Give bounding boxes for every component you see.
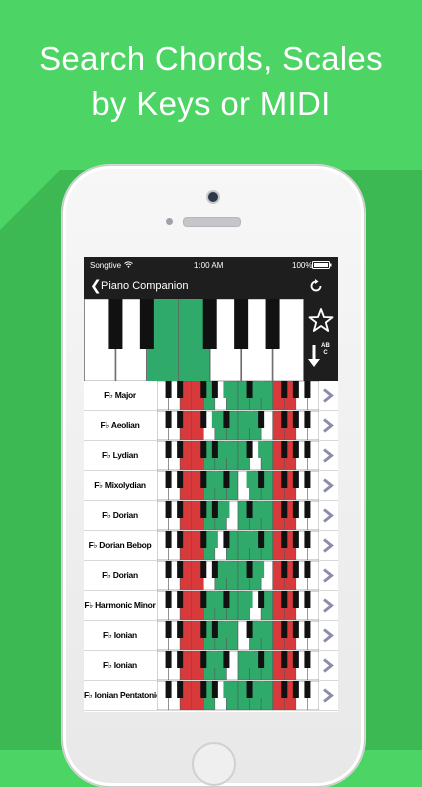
headline-line-2: by Keys or MIDI (91, 85, 331, 122)
scale-name: F♭ Dorian (102, 510, 138, 520)
chevron-right-icon (323, 568, 334, 583)
scale-mini-keyboard (157, 501, 319, 530)
scale-list-item[interactable]: F♭ Major (84, 381, 338, 411)
scale-name: F♭ Dorian Bebop (88, 540, 152, 550)
earpiece-speaker (183, 217, 241, 227)
scale-list-item[interactable]: F♭ Dorian (84, 501, 338, 531)
scale-name: F♭ Ionian (103, 660, 137, 670)
wifi-icon (124, 261, 133, 268)
scale-list-item[interactable]: F♭ Ionian (84, 621, 338, 651)
back-button-label: Piano Companion (101, 280, 189, 292)
sort-arrow-icon (308, 345, 320, 367)
scale-mini-keyboard (157, 381, 319, 410)
chevron-left-icon: ❮ (90, 277, 102, 293)
chevron-right-icon (323, 658, 334, 673)
scale-mini-keyboard (157, 531, 319, 560)
scale-mini-keyboard (157, 561, 319, 590)
scale-mini-keyboard (157, 651, 319, 680)
scale-list-item[interactable]: F♭ Dorian (84, 561, 338, 591)
nav-bar: ❮ Piano Companion (84, 273, 338, 299)
scale-list-item[interactable]: F♭ Lydian (84, 441, 338, 471)
front-camera (206, 190, 220, 204)
scale-name: F♭ Mixolydian (94, 480, 146, 490)
chevron-right-icon (323, 508, 334, 523)
headline: Search Chords, Scales by Keys or MIDI (0, 36, 422, 126)
chevron-right-icon (323, 688, 334, 703)
status-time: 1:00 AM (194, 261, 224, 270)
chevron-right-icon (323, 628, 334, 643)
chevron-right-icon (323, 388, 334, 403)
scale-name: F♭ Harmonic Minor (84, 600, 156, 610)
chevron-right-icon (323, 538, 334, 553)
scale-list-item[interactable]: F♭ Dorian Bebop (84, 531, 338, 561)
scale-name: F♭ Ionian Pentatonic (84, 690, 161, 700)
scale-mini-keyboard (157, 411, 319, 440)
status-bar: Songtive 1:00 AM 100% (84, 257, 338, 273)
headline-line-1: Search Chords, Scales (39, 40, 383, 77)
scale-name: F♭ Dorian (102, 570, 138, 580)
chevron-right-icon (323, 448, 334, 463)
proximity-sensor (166, 218, 173, 225)
refresh-icon[interactable] (308, 278, 324, 294)
scale-mini-keyboard (157, 441, 319, 470)
black-key (108, 299, 123, 349)
scale-list-item[interactable]: F♭ Ionian (84, 651, 338, 681)
scale-name: F♭ Major (104, 390, 136, 400)
scale-list-item[interactable]: F♭ Aeolian (84, 411, 338, 441)
scale-name: F♭ Lydian (102, 450, 138, 460)
scale-mini-keyboard (157, 471, 319, 500)
scale-list: F♭ Major F♭ Aeolian F♭ Lydian F♭ Mixolydian… (84, 381, 338, 711)
scale-name: F♭ Aeolian (100, 420, 140, 430)
black-key (139, 299, 154, 349)
scale-list-item[interactable]: F♭ Harmonic Minor (84, 591, 338, 621)
chevron-right-icon (323, 598, 334, 613)
side-button-panel: ABC (304, 299, 338, 381)
black-key (202, 299, 217, 349)
scale-name: F♭ Ionian (103, 630, 137, 640)
piano-keyboard-area: ABC (84, 299, 338, 381)
black-key (234, 299, 249, 349)
sort-abc-letters: ABC (321, 343, 330, 356)
scale-list-item[interactable]: F♭ Mixolydian (84, 471, 338, 501)
scale-mini-keyboard (157, 621, 319, 650)
home-button[interactable] (192, 742, 236, 786)
chevron-right-icon (323, 478, 334, 493)
scale-mini-keyboard (157, 591, 319, 620)
battery-percent: 100% (292, 261, 313, 270)
scale-list-item[interactable]: F♭ Ionian Pentatonic (84, 681, 338, 711)
battery-icon (312, 261, 332, 269)
chevron-right-icon (323, 418, 334, 433)
black-key (265, 299, 280, 349)
app-screen: Songtive 1:00 AM 100% ❮ Piano Companion (84, 257, 338, 712)
scale-mini-keyboard (157, 681, 319, 710)
piano-keyboard[interactable] (84, 299, 304, 381)
star-icon[interactable] (308, 307, 334, 333)
carrier-label: Songtive (90, 261, 122, 270)
